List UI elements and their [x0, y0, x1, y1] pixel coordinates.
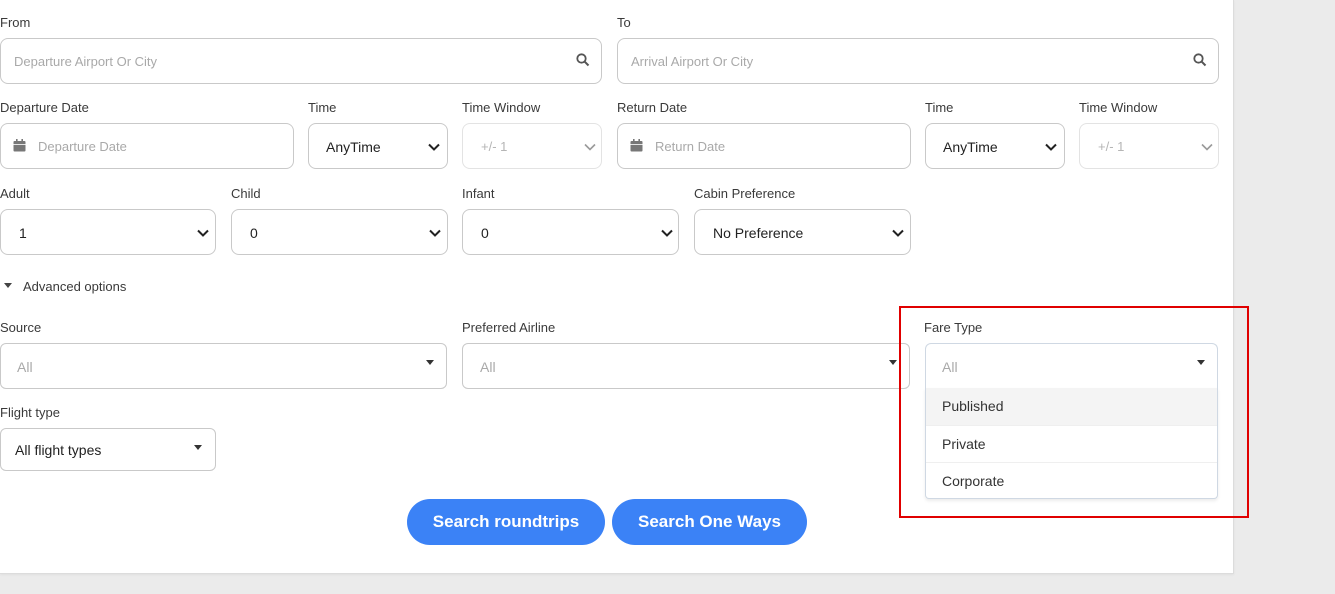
calendar-icon [630, 139, 643, 152]
flight-type-value: All flight types [15, 442, 102, 458]
search-roundtrips-button[interactable]: Search roundtrips [407, 499, 605, 545]
from-label: From [0, 15, 31, 30]
departure-time-label: Time [308, 100, 337, 115]
source-placeholder: All [17, 359, 33, 375]
advanced-options-toggle[interactable]: Advanced options [0, 278, 140, 296]
return-date-label: Return Date [617, 100, 688, 115]
search-icon[interactable] [1193, 53, 1207, 67]
departure-window-label: Time Window [462, 100, 541, 115]
caret-down-icon [426, 360, 434, 365]
return-window-value: +/- 1 [1098, 139, 1125, 154]
caret-down-icon [889, 360, 897, 365]
from-input[interactable]: Departure Airport Or City [0, 38, 602, 84]
return-window-label: Time Window [1079, 100, 1158, 115]
chevron-down-icon [661, 229, 673, 237]
infant-select[interactable]: 0 [462, 209, 679, 255]
return-time-select[interactable]: AnyTime [925, 123, 1065, 169]
search-one-ways-button[interactable]: Search One Ways [612, 499, 807, 545]
airline-placeholder: All [480, 359, 496, 375]
caret-down-icon [194, 445, 202, 450]
adult-value: 1 [19, 225, 27, 241]
chevron-down-icon [892, 229, 904, 237]
chevron-down-icon [429, 229, 441, 237]
return-window-select[interactable]: +/- 1 [1079, 123, 1219, 169]
search-icon[interactable] [576, 53, 590, 67]
source-label: Source [0, 320, 42, 335]
chevron-down-icon [428, 143, 440, 151]
departure-date-input[interactable]: Departure Date [0, 123, 294, 169]
adult-label: Adult [0, 186, 30, 201]
cabin-select[interactable]: No Preference [694, 209, 911, 255]
departure-window-value: +/- 1 [481, 139, 508, 154]
source-select[interactable]: All [0, 343, 447, 389]
departure-time-value: AnyTime [326, 139, 381, 155]
chevron-down-icon [197, 229, 209, 237]
to-placeholder: Arrival Airport Or City [631, 54, 754, 69]
child-value: 0 [250, 225, 258, 241]
flight-type-select[interactable]: All flight types [0, 428, 216, 471]
to-label: To [617, 15, 631, 30]
departure-window-select[interactable]: +/- 1 [462, 123, 602, 169]
departure-date-placeholder: Departure Date [38, 139, 127, 154]
calendar-icon [13, 139, 26, 152]
cabin-value: No Preference [713, 225, 804, 241]
airline-select[interactable]: All [462, 343, 910, 389]
departure-date-label: Departure Date [0, 100, 89, 115]
child-select[interactable]: 0 [231, 209, 448, 255]
return-date-input[interactable]: Return Date [617, 123, 911, 169]
cabin-label: Cabin Preference [694, 186, 796, 201]
airline-label: Preferred Airline [462, 320, 556, 335]
child-label: Child [231, 186, 261, 201]
from-placeholder: Departure Airport Or City [14, 54, 158, 69]
chevron-down-icon [1045, 143, 1057, 151]
caret-down-icon [4, 283, 12, 288]
infant-value: 0 [481, 225, 489, 241]
adult-select[interactable]: 1 [0, 209, 216, 255]
return-time-value: AnyTime [943, 139, 998, 155]
infant-label: Infant [462, 186, 495, 201]
return-time-label: Time [925, 100, 954, 115]
chevron-down-icon [1201, 143, 1213, 151]
departure-time-select[interactable]: AnyTime [308, 123, 448, 169]
return-date-placeholder: Return Date [655, 139, 726, 154]
flight-type-label: Flight type [0, 405, 60, 420]
chevron-down-icon [584, 143, 596, 151]
highlight-box [899, 306, 1249, 518]
advanced-options-label: Advanced options [23, 279, 127, 294]
to-input[interactable]: Arrival Airport Or City [617, 38, 1219, 84]
